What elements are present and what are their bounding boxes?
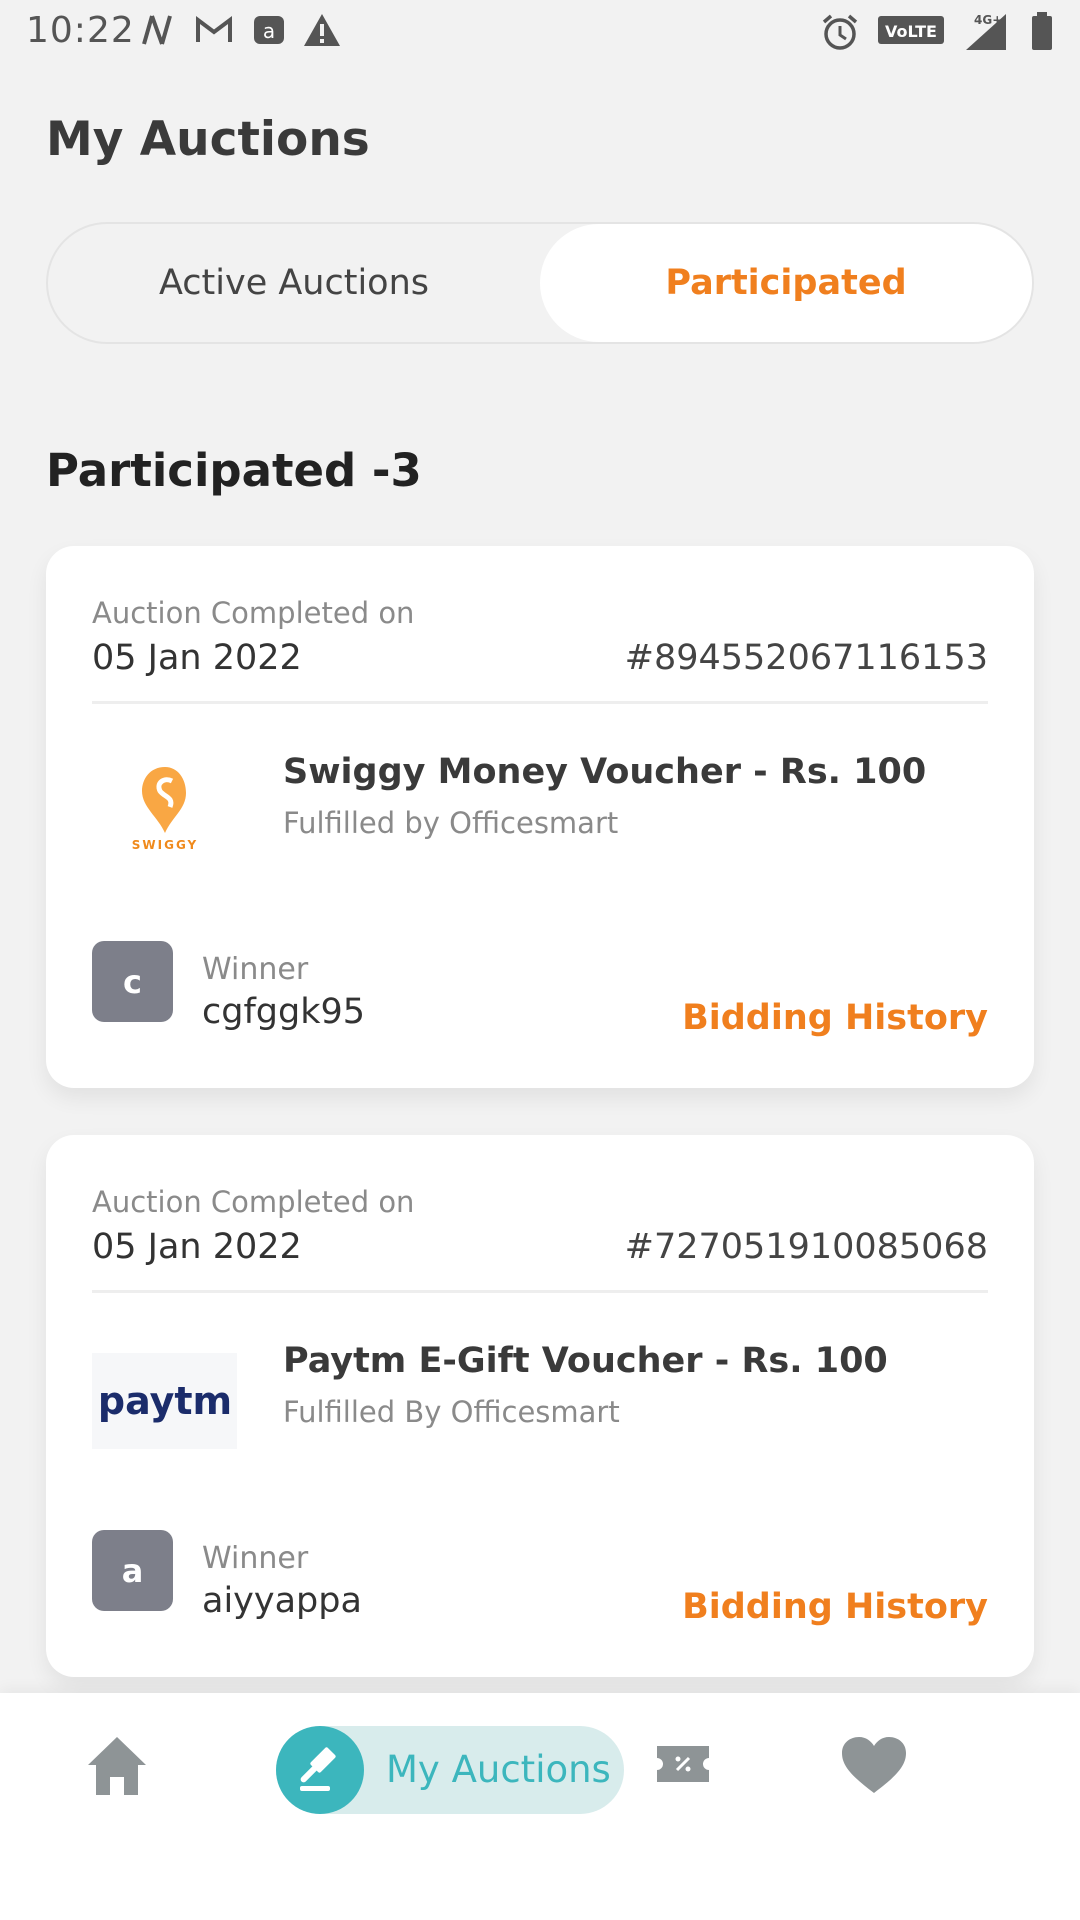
section-title: Participated -3 bbox=[46, 444, 422, 497]
winner-label: Winner bbox=[202, 952, 309, 987]
alarm-icon bbox=[822, 14, 858, 50]
svg-text:VoLTE: VoLTE bbox=[885, 22, 937, 41]
winner-avatar: a bbox=[92, 1530, 173, 1611]
completed-date: 05 Jan 2022 bbox=[92, 638, 302, 678]
ticket-icon[interactable] bbox=[655, 1742, 711, 1786]
volte-icon: VoLTE bbox=[878, 16, 944, 44]
svg-text:a: a bbox=[263, 19, 275, 43]
gmail-icon bbox=[196, 16, 232, 42]
fulfilled-by: Fulfilled By Officesmart bbox=[283, 1395, 620, 1429]
product-name: Paytm E-Gift Voucher - Rs. 100 bbox=[283, 1341, 888, 1381]
tab-participated[interactable]: Participated bbox=[540, 224, 1032, 342]
status-time: 10:22 bbox=[26, 10, 135, 51]
divider bbox=[92, 701, 988, 704]
product-name: Swiggy Money Voucher - Rs. 100 bbox=[283, 752, 927, 792]
swiggy-logo: SWIGGY bbox=[92, 756, 237, 856]
completed-label: Auction Completed on bbox=[92, 1185, 415, 1219]
divider bbox=[92, 1290, 988, 1293]
nav-my-auctions-label: My Auctions bbox=[386, 1748, 611, 1791]
home-icon[interactable] bbox=[82, 1731, 152, 1801]
bidding-history-link[interactable]: Bidding History bbox=[682, 998, 988, 1038]
auction-id: #894552067116153 bbox=[624, 638, 988, 678]
nav-my-auctions[interactable]: My Auctions bbox=[276, 1726, 624, 1814]
amazon-icon: a bbox=[254, 16, 284, 44]
warning-icon bbox=[304, 14, 340, 46]
gavel-icon bbox=[276, 1726, 364, 1814]
auction-tabs: Active Auctions Participated bbox=[46, 222, 1034, 344]
auction-card[interactable]: Auction Completed on 05 Jan 2022 #894552… bbox=[46, 546, 1034, 1088]
paytm-logo: paytm bbox=[92, 1353, 237, 1449]
svg-text:SWIGGY: SWIGGY bbox=[131, 838, 197, 851]
auction-id: #727051910085068 bbox=[624, 1227, 988, 1267]
completed-label: Auction Completed on bbox=[92, 596, 415, 630]
bottom-nav: My Auctions bbox=[0, 1693, 1080, 1920]
winner-label: Winner bbox=[202, 1541, 309, 1576]
completed-date: 05 Jan 2022 bbox=[92, 1227, 302, 1267]
status-bar: 10:22 a VoLTE 4G+ bbox=[0, 0, 1080, 62]
fulfilled-by: Fulfilled by Officesmart bbox=[283, 806, 619, 840]
bidding-history-link[interactable]: Bidding History bbox=[682, 1587, 988, 1627]
battery-icon bbox=[1032, 12, 1052, 50]
svg-text:paytm: paytm bbox=[100, 1379, 230, 1423]
svg-text:4G+: 4G+ bbox=[974, 13, 1002, 27]
tab-active-auctions[interactable]: Active Auctions bbox=[48, 224, 540, 342]
page-title: My Auctions bbox=[46, 112, 370, 167]
winner-avatar: c bbox=[92, 941, 173, 1022]
notification-n-icon bbox=[142, 15, 172, 45]
auction-card[interactable]: Auction Completed on 05 Jan 2022 #727051… bbox=[46, 1135, 1034, 1677]
winner-name: aiyyappa bbox=[202, 1581, 362, 1621]
winner-name: cgfggk95 bbox=[202, 992, 366, 1032]
signal-icon: 4G+ bbox=[966, 13, 1006, 50]
heart-icon[interactable] bbox=[840, 1735, 908, 1795]
